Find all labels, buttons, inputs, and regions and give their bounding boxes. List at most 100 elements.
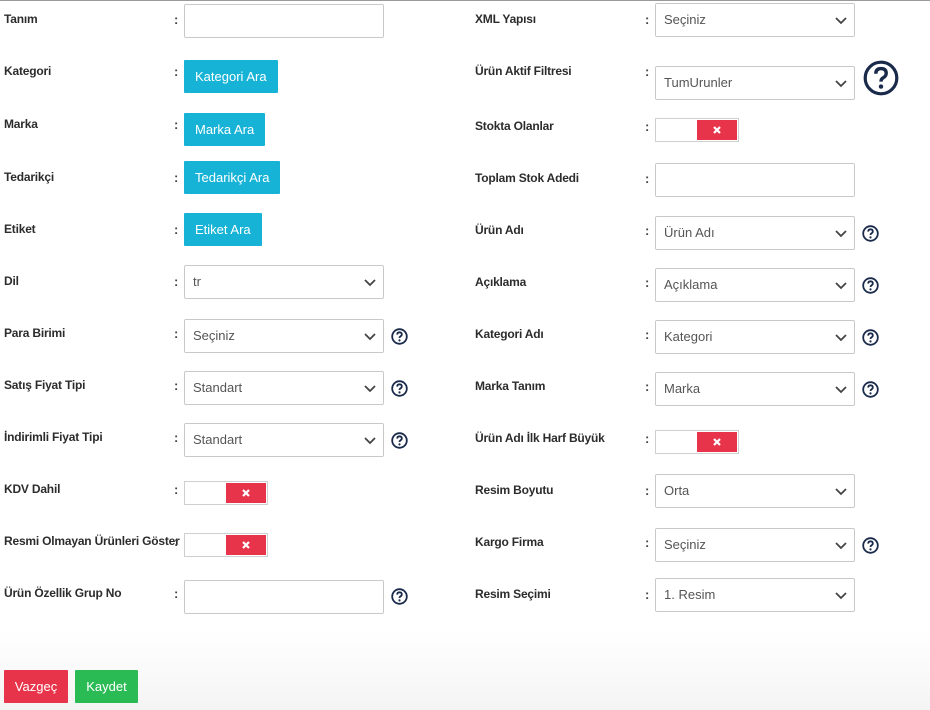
help-icon-large[interactable] [863, 60, 899, 96]
colon: : [645, 327, 650, 342]
colon: : [174, 222, 179, 237]
aciklama-value: Açıklama [664, 277, 718, 292]
kargo-firma-label: Kargo Firma [475, 535, 544, 549]
close-icon [713, 126, 721, 134]
help-icon[interactable] [862, 329, 879, 346]
resim-secimi-select[interactable]: 1. Resim [655, 578, 855, 612]
satis-fiyat-tipi-select[interactable]: Standart [184, 371, 384, 405]
colon: : [645, 431, 650, 446]
cancel-button[interactable]: Vazgeç [4, 670, 68, 703]
chevron-down-icon [835, 334, 847, 342]
urun-aktif-filtresi-select[interactable]: TumUrunler [655, 66, 855, 100]
urun-aktif-filtresi-label: Ürün Aktif Filtresi [475, 64, 572, 78]
resmi-olmayan-toggle[interactable] [184, 533, 268, 557]
tanim-input[interactable] [184, 4, 384, 38]
chevron-down-icon [835, 17, 847, 25]
kargo-firma-select[interactable]: Seçiniz [655, 528, 855, 562]
aciklama-select[interactable]: Açıklama [655, 268, 855, 302]
toggle-off-knob [226, 483, 266, 503]
toggle-off-knob [697, 432, 737, 452]
toplam-stok-adedi-label: Toplam Stok Adedi [475, 171, 579, 185]
help-icon[interactable] [391, 380, 408, 397]
stokta-olanlar-toggle[interactable] [655, 118, 739, 142]
colon: : [174, 64, 179, 79]
footer-area [0, 630, 930, 710]
save-button[interactable]: Kaydet [75, 670, 138, 703]
aciklama-label: Açıklama [475, 275, 527, 289]
kategori-adi-value: Kategori [664, 329, 713, 344]
help-icon[interactable] [862, 381, 879, 398]
colon: : [645, 119, 650, 134]
ozellik-grup-no-input[interactable] [184, 580, 384, 614]
chevron-down-icon [364, 333, 376, 341]
urun-adi-label: Ürün Adı [475, 223, 524, 237]
urun-adi-value: Ürün Adı [664, 225, 715, 240]
xml-yapisi-select[interactable]: Seçiniz [655, 3, 855, 37]
colon: : [645, 171, 650, 186]
satis-fiyat-tipi-label: Satış Fiyat Tipi [4, 378, 86, 392]
chevron-down-icon [835, 386, 847, 394]
help-icon[interactable] [862, 537, 879, 554]
colon: : [174, 117, 179, 132]
help-icon[interactable] [391, 328, 408, 345]
tedarikci-ara-button[interactable]: Tedarikçi Ara [184, 161, 281, 194]
urun-aktif-filtresi-value: TumUrunler [664, 75, 733, 90]
marka-ara-button[interactable]: Marka Ara [184, 113, 266, 146]
urun-adi-select[interactable]: Ürün Adı [655, 216, 855, 250]
colon: : [174, 430, 179, 445]
close-icon [242, 489, 250, 497]
chevron-down-icon [835, 592, 847, 600]
para-birimi-select[interactable]: Seçiniz [184, 319, 384, 353]
para-birimi-label: Para Birimi [4, 326, 66, 340]
colon: : [174, 274, 179, 289]
colon: : [174, 326, 179, 341]
colon: : [174, 12, 179, 27]
colon: : [174, 586, 179, 601]
colon: : [645, 275, 650, 290]
indirimli-fiyat-tipi-select[interactable]: Standart [184, 423, 384, 457]
colon: : [174, 482, 179, 497]
xml-yapisi-value: Seçiniz [664, 12, 706, 27]
tanim-label: Tanım [4, 12, 38, 26]
resim-secimi-value: 1. Resim [664, 587, 716, 602]
kdv-dahil-toggle[interactable] [184, 481, 268, 505]
colon: : [645, 379, 650, 394]
colon: : [645, 223, 650, 238]
help-icon[interactable] [862, 277, 879, 294]
marka-tanim-select[interactable]: Marka [655, 372, 855, 406]
chevron-down-icon [364, 437, 376, 445]
kategori-adi-label: Kategori Adı [475, 327, 544, 341]
marka-tanim-value: Marka [664, 381, 701, 396]
toplam-stok-adedi-input[interactable] [655, 163, 855, 197]
kdv-dahil-label: KDV Dahil [4, 482, 61, 496]
etiket-label: Etiket [4, 222, 36, 236]
kategori-ara-button[interactable]: Kategori Ara [184, 60, 278, 93]
help-icon[interactable] [862, 225, 879, 242]
kategori-adi-select[interactable]: Kategori [655, 320, 855, 354]
urun-adi-ilk-harf-toggle[interactable] [655, 430, 739, 454]
chevron-down-icon [835, 282, 847, 290]
colon: : [645, 64, 650, 79]
urun-adi-ilk-harf-label: Ürün Adı İlk Harf Büyük [475, 431, 605, 445]
toggle-off-knob [226, 535, 266, 555]
indirimli-fiyat-tipi-label: İndirimli Fiyat Tipi [4, 430, 103, 444]
satis-fiyat-tipi-value: Standart [193, 380, 243, 395]
colon: : [645, 587, 650, 602]
dil-label: Dil [4, 274, 19, 288]
close-icon [242, 541, 250, 549]
dil-select[interactable]: tr [184, 265, 384, 299]
chevron-down-icon [835, 542, 847, 550]
tedarikci-label: Tedarikçi [4, 170, 55, 184]
colon: : [174, 170, 179, 185]
resim-boyutu-label: Resim Boyutu [475, 483, 554, 497]
help-icon[interactable] [391, 432, 408, 449]
resim-boyutu-select[interactable]: Orta [655, 474, 855, 508]
chevron-down-icon [835, 488, 847, 496]
etiket-ara-button[interactable]: Etiket Ara [184, 213, 262, 246]
help-icon[interactable] [391, 588, 408, 605]
dil-value: tr [193, 274, 201, 289]
marka-label: Marka [4, 117, 38, 131]
resmi-olmayan-label: Resmi Olmayan Ürünleri Göster [4, 534, 180, 548]
stokta-olanlar-label: Stokta Olanlar [475, 119, 554, 133]
close-icon [713, 438, 721, 446]
